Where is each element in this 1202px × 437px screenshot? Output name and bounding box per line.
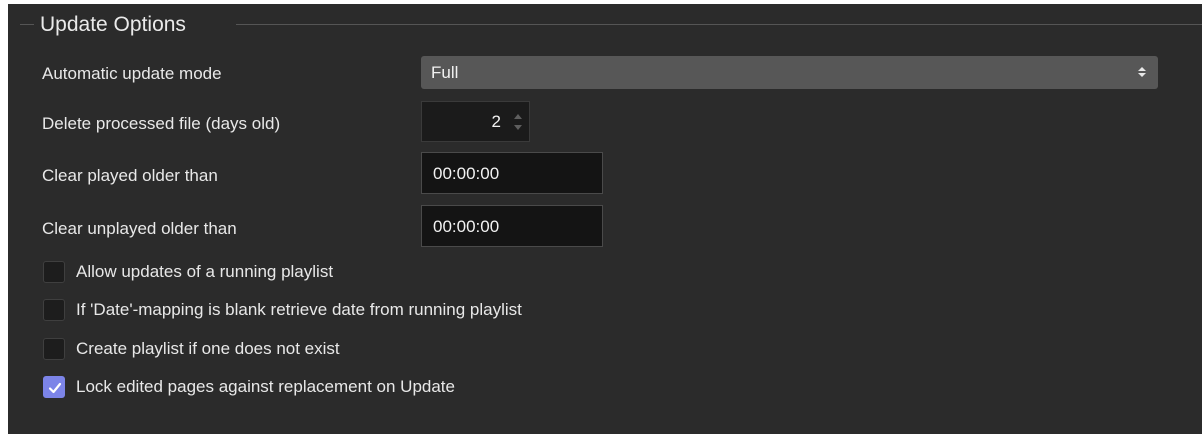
- clear-unplayed-label: Clear unplayed older than: [42, 219, 237, 238]
- group-border-right: [236, 24, 1202, 25]
- delete-processed-label: Delete processed file (days old): [42, 114, 281, 133]
- clear-played-value: 00:00:00: [433, 164, 500, 183]
- allow-running-updates-checkbox[interactable]: [43, 261, 65, 283]
- up-down-arrows-icon: [1137, 64, 1147, 80]
- spin-arrows-icon[interactable]: [513, 111, 523, 133]
- clear-played-label: Clear played older than: [42, 166, 218, 185]
- clear-unplayed-input[interactable]: 00:00:00: [421, 205, 603, 247]
- update-options-panel: Update Options Automatic update mode Ful…: [8, 4, 1202, 434]
- allow-running-updates-label[interactable]: Allow updates of a running playlist: [76, 262, 333, 282]
- auto-update-mode-value: Full: [431, 63, 459, 82]
- date-from-running-playlist-label[interactable]: If 'Date'-mapping is blank retrieve date…: [76, 300, 522, 320]
- auto-update-mode-label: Automatic update mode: [42, 64, 222, 83]
- delete-processed-spinbox[interactable]: 2: [421, 101, 530, 142]
- group-border-left: [20, 24, 34, 25]
- auto-update-mode-select[interactable]: Full: [421, 56, 1158, 89]
- lock-edited-pages-checkbox[interactable]: [43, 376, 65, 398]
- create-playlist-label[interactable]: Create playlist if one does not exist: [76, 339, 340, 359]
- checkmark-icon: [48, 382, 62, 394]
- group-title: Update Options: [40, 13, 186, 36]
- clear-unplayed-value: 00:00:00: [433, 217, 500, 236]
- delete-processed-value: 2: [491, 112, 501, 131]
- clear-played-input[interactable]: 00:00:00: [421, 152, 603, 194]
- create-playlist-checkbox[interactable]: [43, 338, 65, 360]
- date-from-running-playlist-checkbox[interactable]: [43, 299, 65, 321]
- lock-edited-pages-label[interactable]: Lock edited pages against replacement on…: [76, 377, 455, 397]
